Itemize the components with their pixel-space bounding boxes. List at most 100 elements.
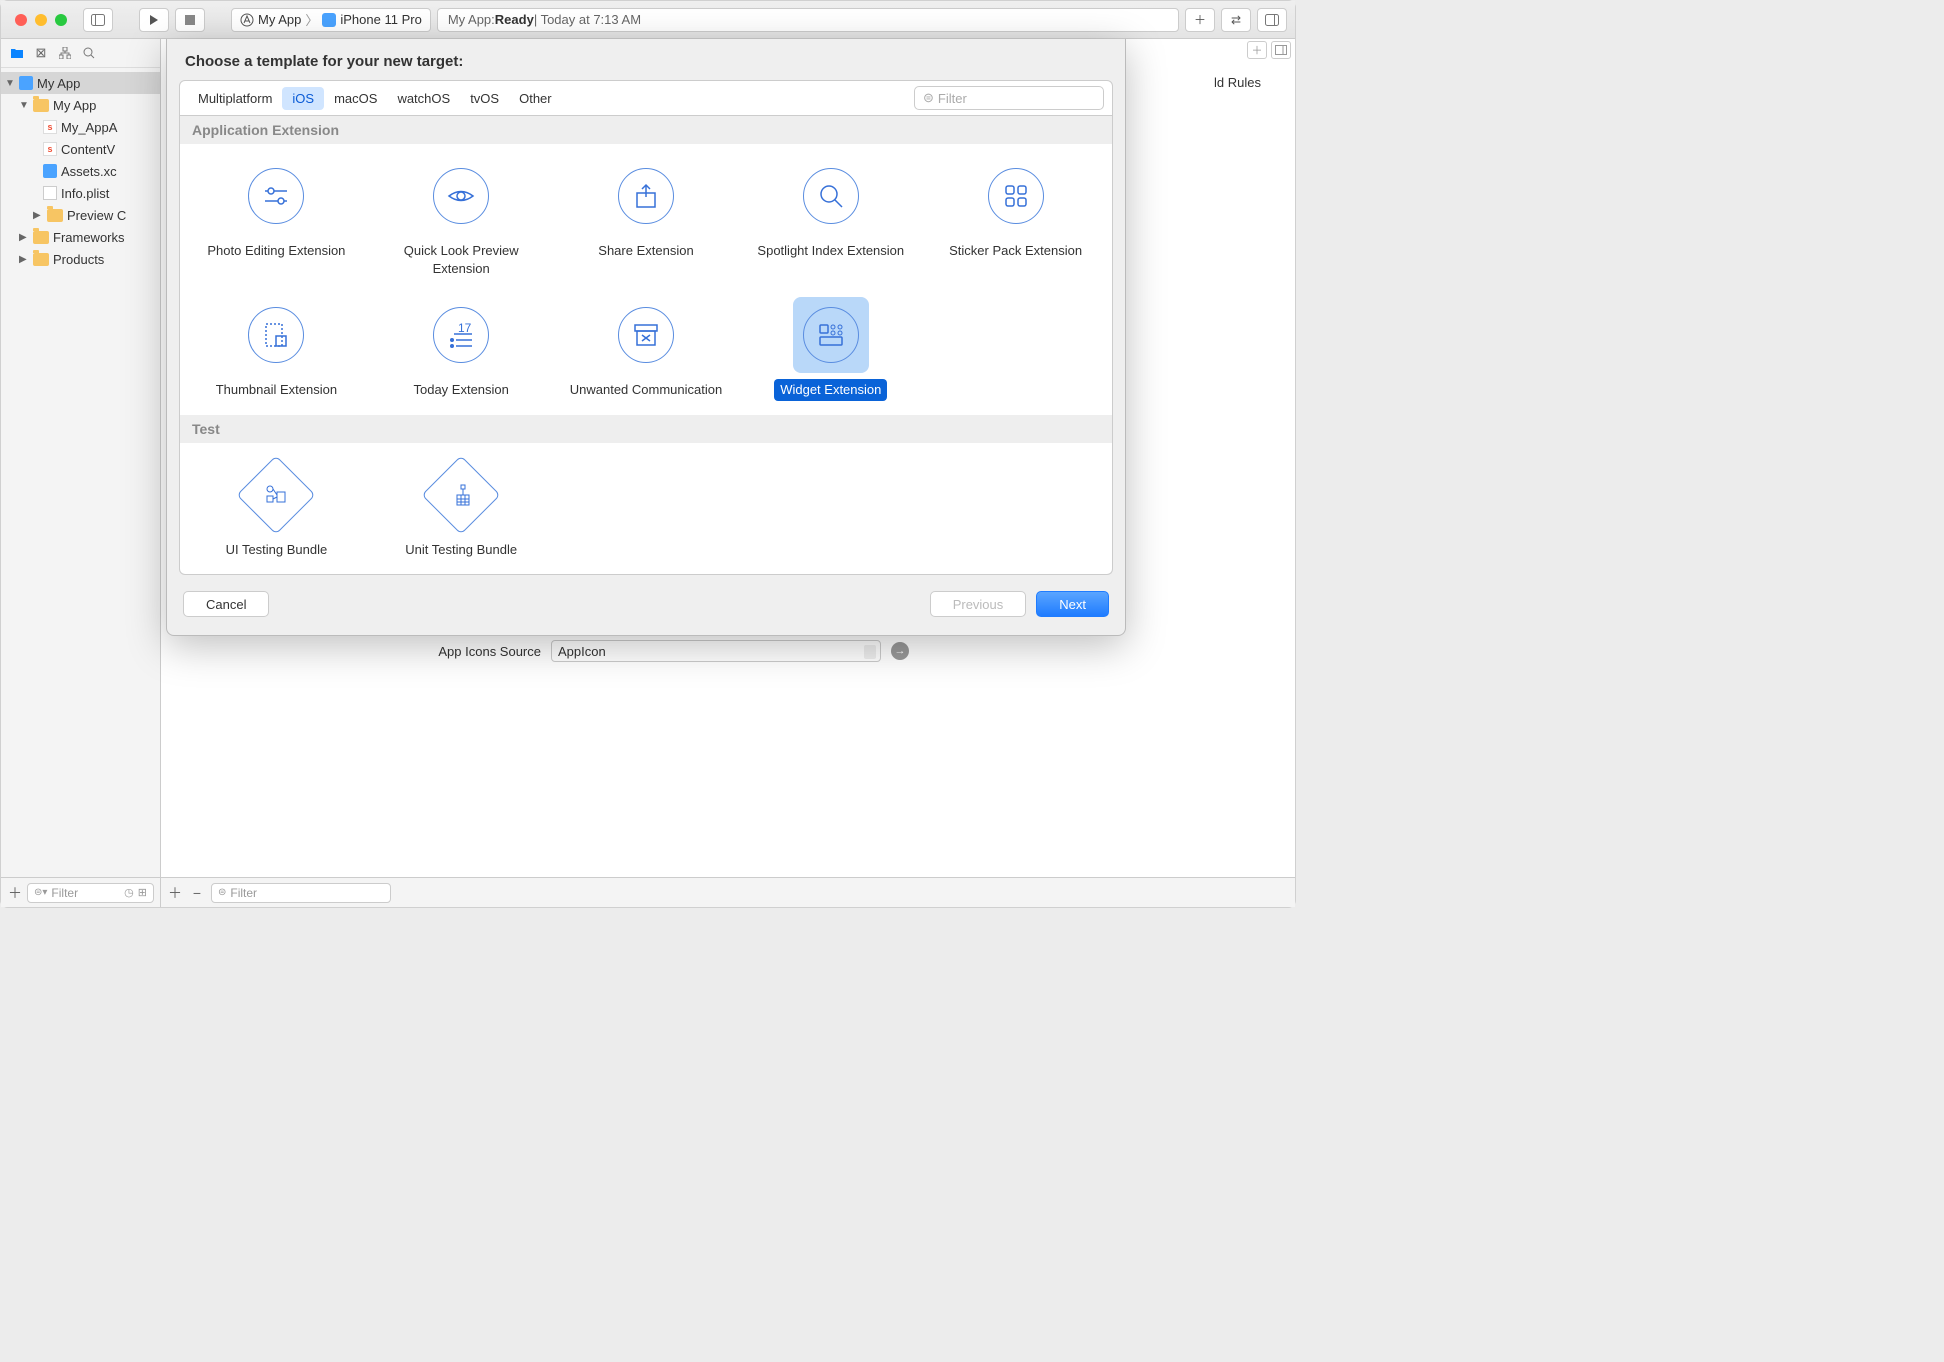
filter-placeholder: Filter bbox=[51, 886, 78, 900]
template-unwanted-communication[interactable]: Unwanted Communication bbox=[554, 297, 739, 401]
stop-icon bbox=[185, 15, 195, 25]
tree-file[interactable]: Assets.xc bbox=[1, 160, 160, 182]
editor-layout-button[interactable] bbox=[1271, 41, 1291, 59]
template-thumbnail[interactable]: Thumbnail Extension bbox=[184, 297, 369, 401]
status-prefix: My App: bbox=[448, 12, 495, 27]
tree-file[interactable]: s My_AppA bbox=[1, 116, 160, 138]
add-editor-button[interactable]: ＋ bbox=[1247, 41, 1267, 59]
sidebar-icon bbox=[91, 14, 105, 26]
play-icon bbox=[149, 15, 159, 25]
section-test: Test bbox=[179, 415, 1113, 443]
folder-icon bbox=[10, 47, 24, 59]
tree-label: Frameworks bbox=[53, 230, 125, 245]
template-spotlight[interactable]: Spotlight Index Extension bbox=[738, 158, 923, 279]
tree-label: Products bbox=[53, 252, 104, 267]
activity-view: My App: Ready | Today at 7:13 AM bbox=[437, 8, 1179, 32]
filter-icon: ⊜ bbox=[923, 90, 934, 106]
run-button[interactable] bbox=[139, 8, 169, 32]
minimize-window[interactable] bbox=[35, 14, 47, 26]
template-label: Today Extension bbox=[407, 379, 514, 401]
widget-icon bbox=[803, 307, 859, 363]
project-root[interactable]: ▼ My App bbox=[1, 72, 160, 94]
ui-test-icon bbox=[237, 455, 316, 534]
thumbnail-icon bbox=[248, 307, 304, 363]
tree-label: Assets.xc bbox=[61, 164, 117, 179]
navigator-tabs: ⊠ bbox=[1, 39, 160, 68]
previous-button[interactable]: Previous bbox=[930, 591, 1027, 617]
source-control-navigator-tab[interactable]: ⊠ bbox=[33, 45, 49, 61]
template-unit-testing[interactable]: Unit Testing Bundle bbox=[369, 457, 554, 561]
template-photo-editing[interactable]: Photo Editing Extension bbox=[184, 158, 369, 279]
template-label: Photo Editing Extension bbox=[201, 240, 351, 262]
template-label: Spotlight Index Extension bbox=[751, 240, 910, 262]
template-today[interactable]: 17 Today Extension bbox=[369, 297, 554, 401]
tree-file[interactable]: s ContentV bbox=[1, 138, 160, 160]
template-widget-extension[interactable]: Widget Extension bbox=[738, 297, 923, 401]
today-icon: 17 bbox=[433, 307, 489, 363]
scheme-selector[interactable]: My App 〉 iPhone 11 Pro bbox=[231, 8, 431, 32]
go-arrow-icon[interactable]: → bbox=[891, 642, 909, 660]
template-sticker-pack[interactable]: Sticker Pack Extension bbox=[923, 158, 1108, 279]
scheme-app-name: My App bbox=[258, 12, 301, 27]
window-controls bbox=[15, 14, 67, 26]
targets-filter[interactable]: ⊜ Filter bbox=[211, 883, 391, 903]
tree-label: My App bbox=[37, 76, 80, 91]
find-navigator-tab[interactable] bbox=[81, 45, 97, 61]
tab-multiplatform[interactable]: Multiplatform bbox=[188, 87, 282, 110]
close-window[interactable] bbox=[15, 14, 27, 26]
app-icons-source-select[interactable]: AppIcon bbox=[551, 640, 881, 662]
add-file-button[interactable]: ＋ bbox=[7, 885, 23, 901]
tree-group[interactable]: ▶ Preview C bbox=[1, 204, 160, 226]
filter-placeholder: Filter bbox=[938, 91, 967, 106]
filter-placeholder: Filter bbox=[230, 886, 257, 900]
template-label: Unwanted Communication bbox=[564, 379, 728, 401]
toggle-navigator-button[interactable] bbox=[83, 8, 113, 32]
template-quick-look[interactable]: Quick Look Preview Extension bbox=[369, 158, 554, 279]
tree-group[interactable]: ▼ My App bbox=[1, 94, 160, 116]
toggle-inspector-button[interactable] bbox=[1257, 8, 1287, 32]
tree-label: Preview C bbox=[67, 208, 126, 223]
tree-label: Info.plist bbox=[61, 186, 109, 201]
code-review-button[interactable]: ⇄ bbox=[1221, 8, 1251, 32]
project-navigator-tab[interactable] bbox=[9, 45, 25, 61]
tab-other[interactable]: Other bbox=[509, 87, 562, 110]
app-icons-source-value: AppIcon bbox=[558, 644, 606, 659]
template-label: UI Testing Bundle bbox=[220, 539, 334, 561]
template-label: Sticker Pack Extension bbox=[943, 240, 1088, 262]
symbol-navigator-tab[interactable] bbox=[57, 45, 73, 61]
template-share[interactable]: Share Extension bbox=[554, 158, 739, 279]
template-label: Widget Extension bbox=[774, 379, 887, 401]
eye-icon bbox=[433, 168, 489, 224]
folder-icon bbox=[33, 99, 49, 112]
navigator-filter[interactable]: ⊜▾ Filter ◷ ⊞ bbox=[27, 883, 154, 903]
recent-icon[interactable]: ◷ bbox=[124, 886, 134, 899]
folder-icon bbox=[47, 209, 63, 222]
share-icon bbox=[618, 168, 674, 224]
tab-ios[interactable]: iOS bbox=[282, 87, 324, 110]
tree-group[interactable]: ▶ Products bbox=[1, 248, 160, 270]
template-label: Thumbnail Extension bbox=[210, 379, 343, 401]
assets-icon bbox=[43, 164, 57, 178]
folder-icon bbox=[33, 231, 49, 244]
tab-macos[interactable]: macOS bbox=[324, 87, 387, 110]
tree-file[interactable]: Info.plist bbox=[1, 182, 160, 204]
cancel-button[interactable]: Cancel bbox=[183, 591, 269, 617]
tab-watchos[interactable]: watchOS bbox=[387, 87, 460, 110]
tab-tvos[interactable]: tvOS bbox=[460, 87, 509, 110]
add-button[interactable]: ＋ bbox=[1185, 8, 1215, 32]
template-ui-testing[interactable]: UI Testing Bundle bbox=[184, 457, 369, 561]
next-button[interactable]: Next bbox=[1036, 591, 1109, 617]
template-filter[interactable]: ⊜ Filter bbox=[914, 86, 1104, 110]
scm-filter-icon[interactable]: ⊞ bbox=[138, 886, 147, 899]
layout-icon bbox=[1275, 45, 1287, 55]
folder-icon bbox=[33, 253, 49, 266]
zoom-window[interactable] bbox=[55, 14, 67, 26]
add-target-button[interactable]: ＋ bbox=[167, 885, 183, 901]
device-icon bbox=[322, 13, 336, 27]
stop-button[interactable] bbox=[175, 8, 205, 32]
remove-target-button[interactable]: − bbox=[189, 885, 205, 901]
tree-group[interactable]: ▶ Frameworks bbox=[1, 226, 160, 248]
hierarchy-icon bbox=[59, 47, 71, 59]
template-label: Share Extension bbox=[592, 240, 699, 262]
platform-tabs: Multiplatform iOS macOS watchOS tvOS Oth… bbox=[179, 80, 1113, 116]
